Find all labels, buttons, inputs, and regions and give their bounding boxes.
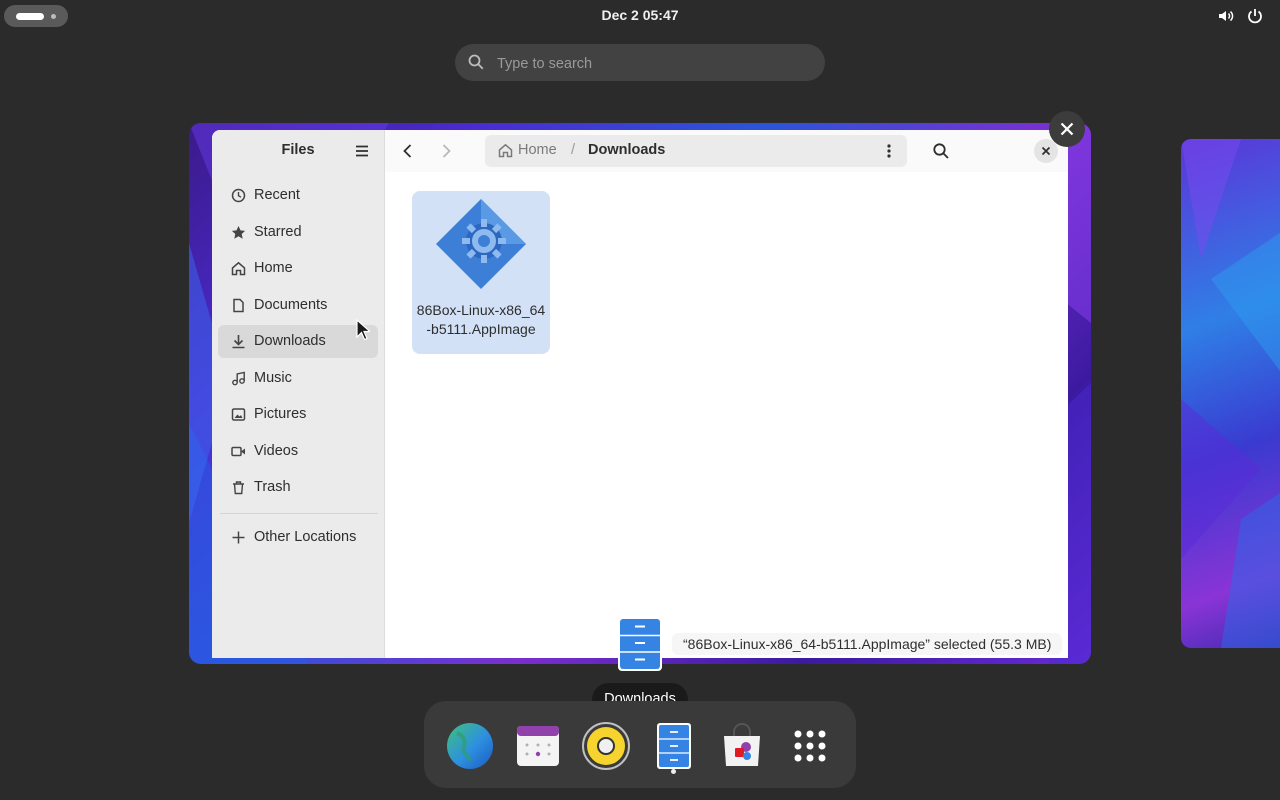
search-icon[interactable] — [932, 142, 950, 160]
app-grid-icon[interactable] — [785, 721, 835, 771]
clock[interactable]: Dec 2 05:47 — [0, 7, 1280, 23]
clock-icon — [231, 188, 246, 203]
volume-icon[interactable] — [1217, 7, 1235, 25]
path-bar[interactable]: Home / Downloads — [485, 135, 907, 167]
sidebar-item-label: Other Locations — [254, 529, 357, 545]
running-indicator — [671, 769, 676, 774]
power-icon[interactable] — [1246, 7, 1264, 25]
software-store-icon[interactable] — [717, 721, 767, 771]
sidebar-item-videos[interactable]: Videos — [218, 435, 378, 468]
home-icon — [498, 143, 513, 158]
home-icon — [231, 261, 246, 276]
sidebar-item-recent[interactable]: Recent — [218, 179, 378, 212]
files-app-icon — [618, 617, 662, 671]
video-icon — [231, 446, 245, 457]
files-icon[interactable] — [649, 721, 699, 771]
sidebar-item-label: Videos — [254, 443, 299, 459]
search-icon — [468, 54, 484, 70]
kebab-menu-icon[interactable] — [881, 143, 897, 159]
path-segment-home[interactable]: Home — [518, 142, 557, 158]
back-arrow-icon[interactable] — [398, 141, 418, 161]
sidebar-item-home[interactable]: Home — [218, 252, 378, 285]
picture-icon — [231, 408, 246, 421]
sidebar-separator — [220, 513, 378, 514]
plus-icon — [232, 531, 245, 544]
appimage-gear-icon — [436, 199, 526, 289]
music-icon — [232, 371, 245, 386]
next-workspace-preview[interactable] — [1181, 139, 1280, 648]
sidebar-item-trash[interactable]: Trash — [218, 471, 378, 504]
sidebar-item-label: Starred — [254, 224, 302, 240]
dock — [424, 701, 856, 788]
path-separator: / — [571, 142, 576, 158]
sidebar-item-label: Trash — [254, 479, 291, 495]
path-segment-current[interactable]: Downloads — [588, 142, 665, 158]
sidebar: Files Recent Starred Home Documents Down… — [212, 130, 385, 658]
search-input[interactable] — [495, 50, 809, 77]
sidebar-item-label: Downloads — [254, 333, 326, 349]
sidebar-item-pictures[interactable]: Pictures — [218, 398, 378, 431]
sidebar-item-other-locations[interactable]: Other Locations — [218, 521, 378, 554]
selection-status: “86Box-Linux-x86_64-b5111.AppImage” sele… — [672, 633, 1062, 655]
sidebar-item-label: Music — [254, 370, 292, 386]
calendar-icon[interactable] — [513, 721, 563, 771]
music-player-icon[interactable] — [581, 721, 631, 771]
star-icon — [231, 226, 246, 239]
header-bar: Home / Downloads — [385, 130, 1068, 172]
sidebar-item-starred[interactable]: Starred — [218, 216, 378, 249]
file-view[interactable]: 86Box-Linux-x86_64-b5111.AppImage — [385, 172, 1068, 658]
download-icon — [232, 335, 245, 349]
wallpaper-pattern — [1181, 139, 1280, 648]
files-window[interactable]: Files Recent Starred Home Documents Down… — [212, 130, 1068, 658]
web-browser-icon[interactable] — [445, 721, 495, 771]
sidebar-item-documents[interactable]: Documents — [218, 289, 378, 322]
close-window-button[interactable] — [1049, 111, 1085, 147]
trash-icon — [233, 481, 244, 495]
sidebar-item-label: Pictures — [254, 406, 307, 422]
file-name: 86Box-Linux-x86_64-b5111.AppImage — [416, 302, 546, 337]
file-item[interactable]: 86Box-Linux-x86_64-b5111.AppImage — [412, 191, 550, 354]
status-text: “86Box-Linux-x86_64-b5111.AppImage” sele… — [683, 636, 1052, 652]
mouse-cursor-icon — [356, 319, 370, 341]
forward-arrow-icon[interactable] — [436, 141, 456, 161]
sidebar-item-label: Documents — [254, 297, 328, 313]
sidebar-item-label: Recent — [254, 187, 300, 203]
sidebar-item-music[interactable]: Music — [218, 362, 378, 395]
search-box[interactable] — [455, 44, 825, 81]
sidebar-item-downloads[interactable]: Downloads — [218, 325, 378, 358]
document-icon — [233, 298, 244, 313]
close-icon — [1060, 122, 1074, 136]
sidebar-item-label: Home — [254, 260, 293, 276]
top-bar: Dec 2 05:47 — [0, 0, 1280, 32]
hamburger-menu-icon[interactable] — [354, 143, 370, 159]
